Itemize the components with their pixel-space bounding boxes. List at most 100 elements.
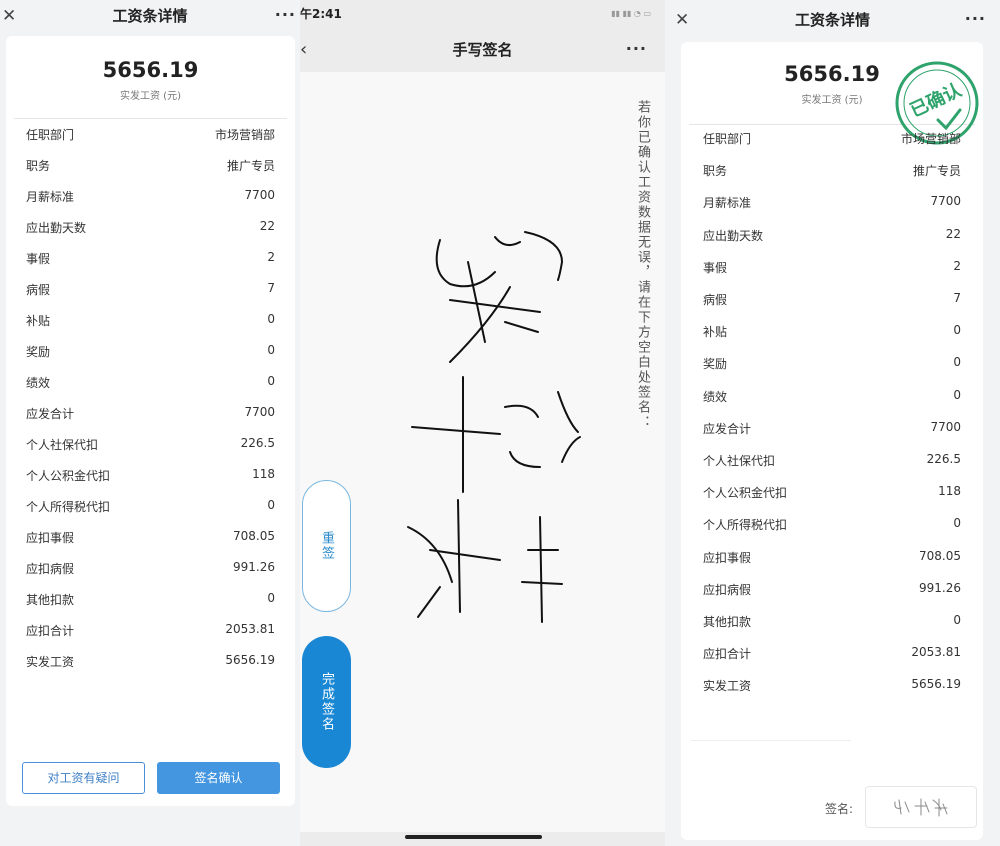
row-value: 7700 <box>930 194 961 209</box>
row-label: 应出勤天数 <box>26 221 87 235</box>
row-value: 0 <box>267 343 275 357</box>
row-label: 任职部门 <box>26 128 75 142</box>
payslip-card: 5656.19 实发工资 (元) 任职部门 市场营销部 职务 推广专员 月薪标准 7700… <box>6 36 295 806</box>
row-value: 7 <box>267 281 275 295</box>
payslip-card: 5656.19 实发工资 (元) 已确认 任职部门 市场营销部 职务 推广专员 月薪标准… <box>681 42 983 840</box>
row-label: 其他扣款 <box>26 593 75 607</box>
row-value: 0 <box>267 312 275 326</box>
row-value: 118 <box>938 484 961 499</box>
row-value: 7 <box>953 291 961 305</box>
row-value: 0 <box>267 498 275 512</box>
page-title: 工资条详情 <box>794 11 870 29</box>
row-label: 个人社保代扣 <box>703 454 776 468</box>
signature-preview[interactable] <box>865 786 977 828</box>
row-value: 7700 <box>930 419 961 434</box>
row-value: 市场营销部 <box>214 128 275 142</box>
signature-label: 签名: <box>824 802 853 816</box>
row-label: 病假 <box>703 293 728 307</box>
row-value: 2 <box>267 250 275 264</box>
row-label: 应扣合计 <box>703 647 752 662</box>
row-value: 0 <box>953 323 961 338</box>
home-indicator <box>405 835 542 839</box>
row-label: 个人公积金代扣 <box>26 469 111 483</box>
row-value: 118 <box>252 467 275 481</box>
payslip-rows: 任职部门 市场营销部 职务 推广专员 月薪标准 7700 应出勤天数 22 事假 2 病假 7 补贴 0 奖… <box>703 130 961 730</box>
row-label: 应扣事假 <box>703 550 752 565</box>
row-value: 708.05 <box>233 529 275 543</box>
row-label: 绩效 <box>703 389 728 404</box>
row-value: 推广专员 <box>226 159 275 173</box>
row-value: 991.26 <box>233 560 275 574</box>
row-label: 事假 <box>703 260 728 275</box>
row-value: 推广专员 <box>912 164 961 179</box>
signature-canvas[interactable]: 重签 完成签名 <box>300 72 665 832</box>
row-label: 职务 <box>703 164 728 179</box>
payslip-confirmed-screen: ✕ 工资条详情 ··· 5656.19 实发工资 (元) 已确认 任职部门 市场营… <box>665 0 1000 846</box>
row-label: 补贴 <box>703 325 728 340</box>
handwritten-signature <box>407 231 581 623</box>
header-bar: ‹ 手写签名 ··· <box>300 30 665 72</box>
row-label: 月薪标准 <box>26 190 75 204</box>
more-icon[interactable]: ··· <box>626 30 647 68</box>
finish-sign-button[interactable]: 完成签名 <box>302 636 351 768</box>
row-label: 实发工资 <box>26 655 75 669</box>
row-label: 应发合计 <box>26 407 75 421</box>
row-value: 226.5 <box>240 436 275 450</box>
row-value: 0 <box>953 355 961 370</box>
row-label: 补贴 <box>26 314 51 328</box>
row-value: 2053.81 <box>225 622 275 636</box>
row-value: 5656.19 <box>225 653 275 667</box>
row-label: 应扣合计 <box>26 624 75 638</box>
row-value: 22 <box>259 219 275 233</box>
handwriting-signature-screen: 午2:41 ▮▮ ▮▮ ◔ ▭ ‹ 手写签名 ··· 重签 完成签名 若你已确认… <box>300 0 665 846</box>
more-icon[interactable]: ··· <box>965 0 986 38</box>
payslip-detail-screen: ✕ 工资条详情 ··· 5656.19 实发工资 (元) 任职部门 市场营销部 职务… <box>0 0 300 846</box>
row-label: 应出勤天数 <box>703 228 764 243</box>
row-label: 奖励 <box>26 345 51 359</box>
resign-button[interactable]: 重签 <box>302 480 351 612</box>
signature-thumbnail <box>894 798 948 817</box>
status-icons: ▮▮ ▮▮ ◔ ▭ <box>611 9 651 18</box>
row-label: 月薪标准 <box>703 196 752 211</box>
sign-instruction: 若你已确认工资数据无误，请在下方空白处签名： <box>635 100 650 430</box>
row-label: 应扣事假 <box>26 531 75 545</box>
row-value: 0 <box>953 613 961 627</box>
payslip-rows: 任职部门 市场营销部职务 推广专员月薪标准 7700 应出勤天数 22 事假 2 病假 7 补贴 0 奖… <box>26 126 275 726</box>
page-title: 手写签名 <box>452 41 513 59</box>
row-value: 0 <box>267 591 275 605</box>
row-label: 任职部门 <box>703 132 752 146</box>
signature-row: 签名: <box>681 786 983 832</box>
row-label: 实发工资 <box>703 679 752 694</box>
more-icon[interactable]: ··· <box>275 0 296 30</box>
sign-confirm-button[interactable]: 签名确认 <box>157 762 280 794</box>
row-value: 7700 <box>244 405 275 419</box>
row-label: 个人所得税代扣 <box>26 500 111 514</box>
row-value: 5656.19 <box>911 677 961 692</box>
page-title: 工资条详情 <box>112 7 188 25</box>
row-label: 应发合计 <box>703 421 752 436</box>
row-label: 应扣病假 <box>26 562 75 576</box>
row-label: 病假 <box>26 283 51 297</box>
row-label: 个人公积金代扣 <box>703 486 788 501</box>
row-label: 其他扣款 <box>703 615 752 629</box>
row-label: 事假 <box>26 252 51 266</box>
row-value: 22 <box>945 226 961 241</box>
row-value: 2053.81 <box>911 645 961 660</box>
salary-question-button[interactable]: 对工资有疑问 <box>22 762 145 794</box>
row-value: 7700 <box>244 188 275 202</box>
row-label: 应扣病假 <box>703 582 752 597</box>
row-label: 个人社保代扣 <box>26 438 99 452</box>
header-bar: ✕ 工资条详情 ··· <box>0 0 300 34</box>
divider <box>691 740 851 741</box>
row-value: 0 <box>953 387 961 402</box>
row-label: 职务 <box>26 159 51 173</box>
row-value: 0 <box>267 374 275 388</box>
row-value: 0 <box>953 516 961 531</box>
row-label: 绩效 <box>26 376 51 390</box>
row-value: 2 <box>953 258 961 273</box>
header-bar: ✕ 工资条详情 ··· <box>665 0 1000 40</box>
row-value: 226.5 <box>926 452 961 466</box>
net-pay-amount: 5656.19 <box>102 58 199 82</box>
row-value: 市场营销部 <box>900 132 961 146</box>
status-bar: 午2:41 ▮▮ ▮▮ ◔ ▭ <box>300 0 665 30</box>
